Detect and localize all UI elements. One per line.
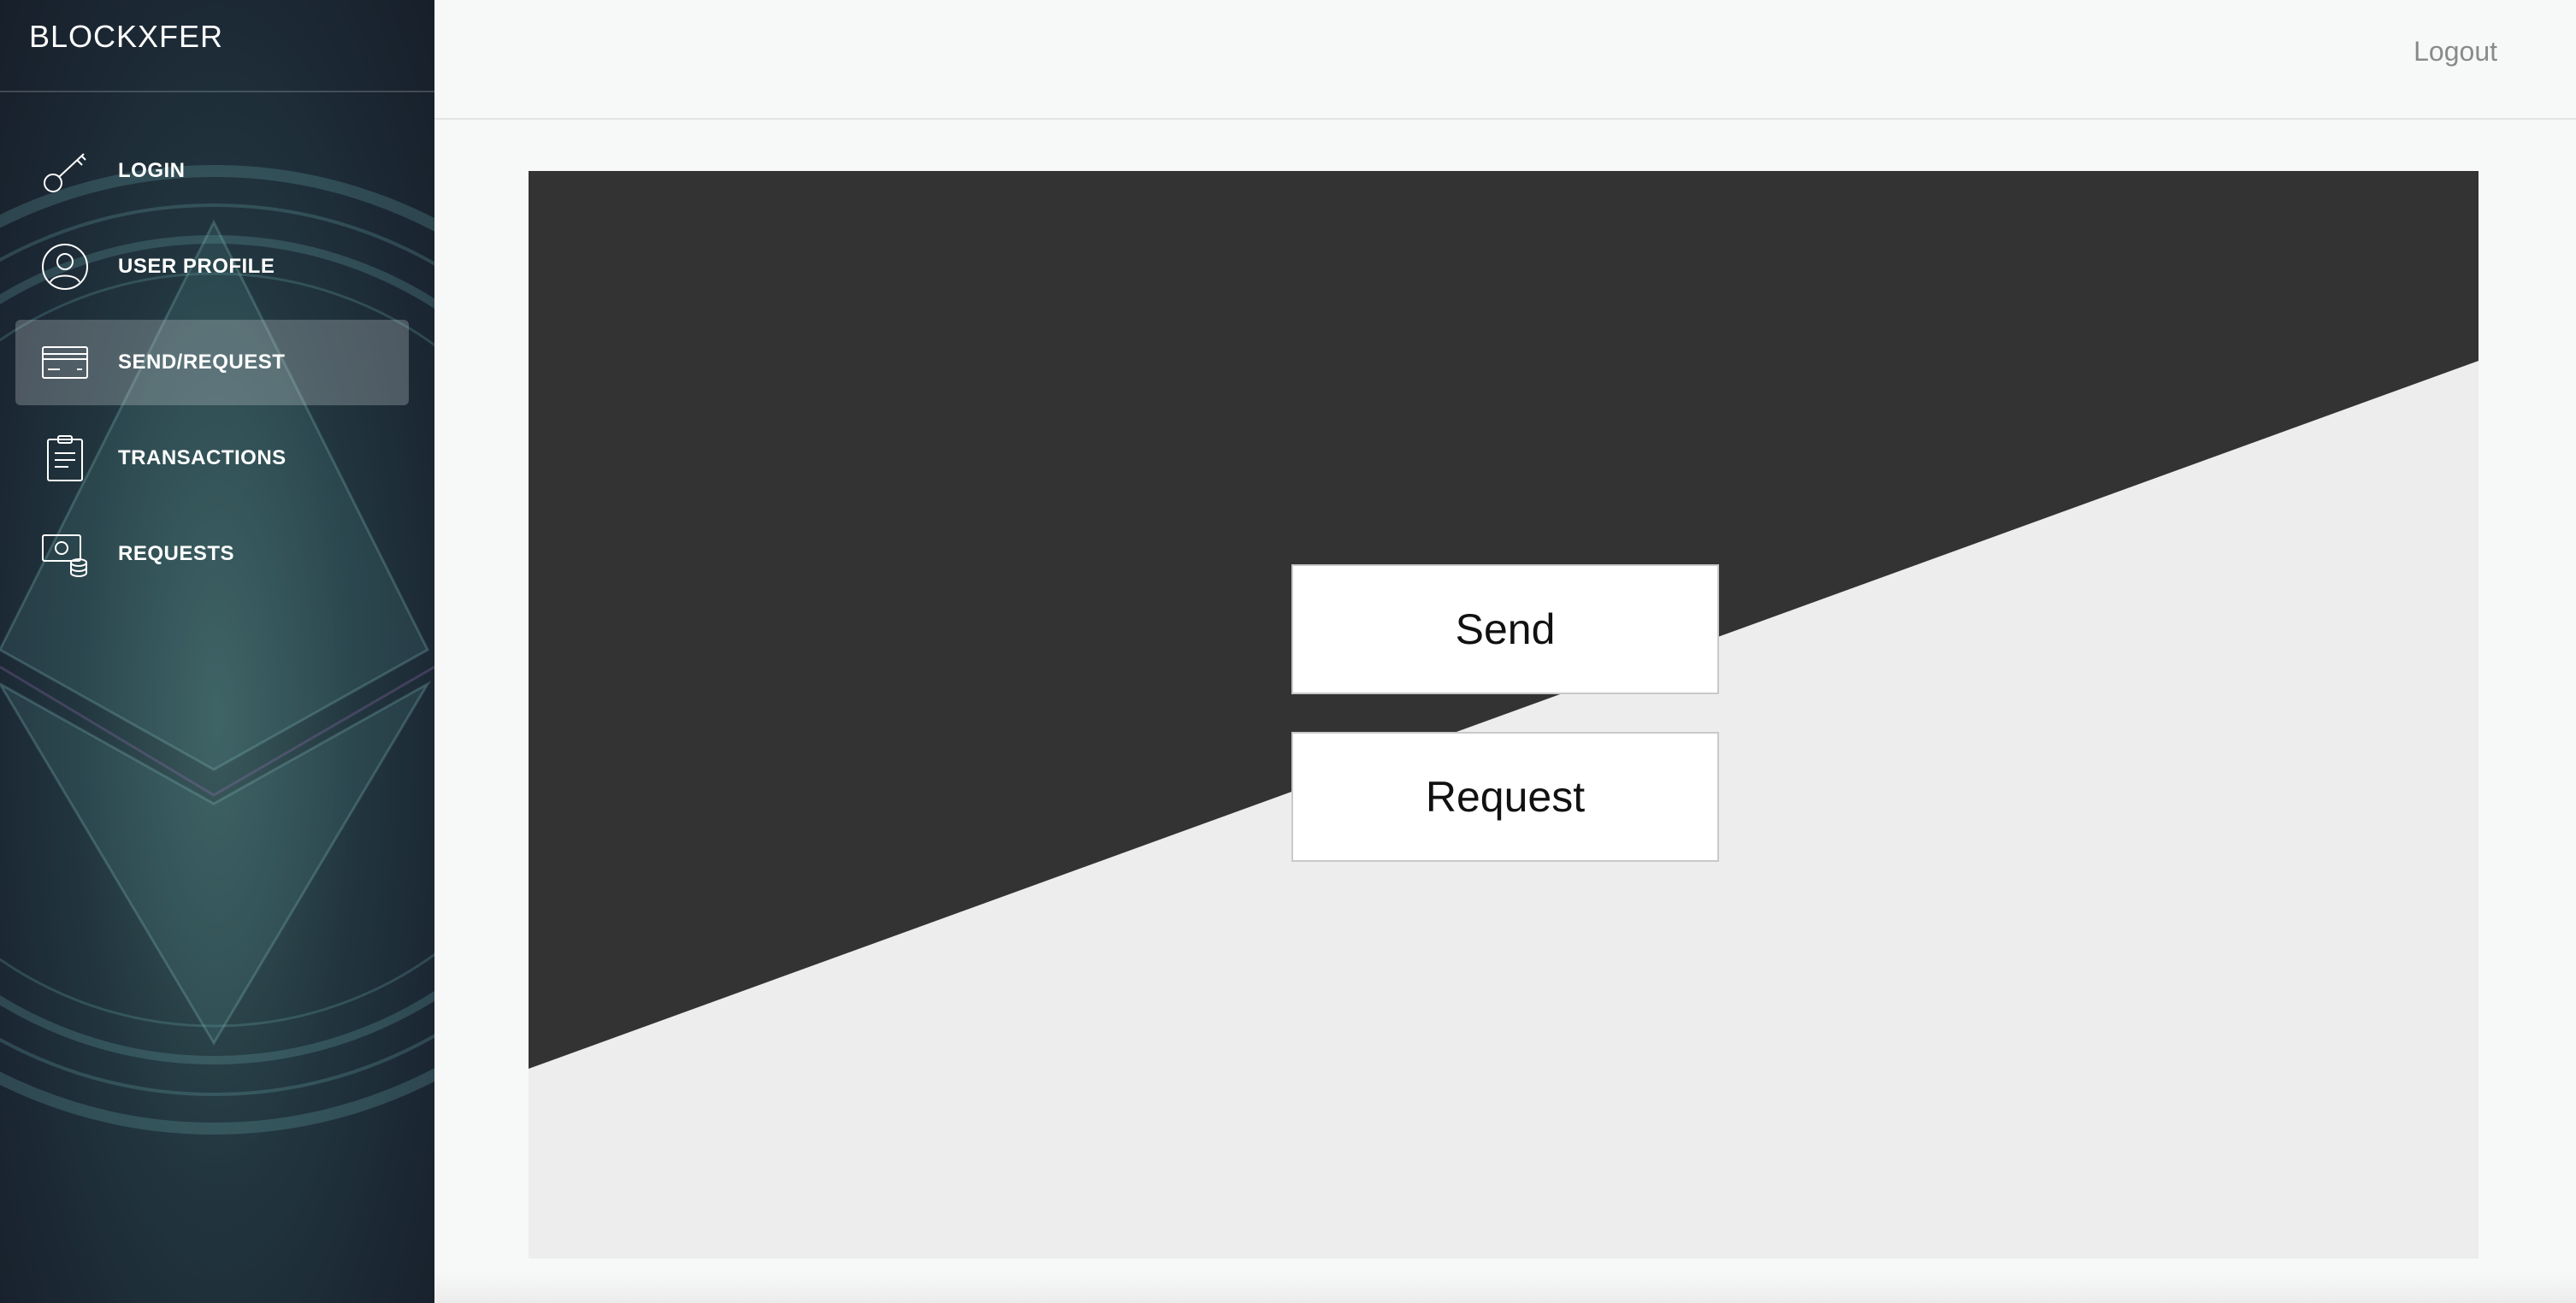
diagonal-background bbox=[529, 171, 2479, 1069]
sidebar-item-label: TRANSACTIONS bbox=[118, 446, 287, 469]
brand-logo-text[interactable]: BLOCKXFER bbox=[29, 19, 223, 55]
top-navbar: Logout bbox=[434, 0, 2576, 120]
page-bottom-edge bbox=[434, 1272, 2576, 1303]
sidebar-nav: LOGIN USER PROFILE SEND/REQUEST TRANSACT… bbox=[15, 128, 409, 607]
sidebar-item-label: LOGIN bbox=[118, 159, 186, 182]
money-coins-icon bbox=[41, 530, 89, 578]
sidebar-item-label: USER PROFILE bbox=[118, 255, 275, 278]
sidebar-item-label: SEND/REQUEST bbox=[118, 351, 286, 374]
credit-card-icon bbox=[41, 339, 89, 386]
sidebar-item-send-request[interactable]: SEND/REQUEST bbox=[15, 320, 409, 405]
sidebar-item-requests[interactable]: REQUESTS bbox=[15, 511, 409, 597]
clipboard-icon bbox=[41, 434, 89, 482]
sidebar-item-login[interactable]: LOGIN bbox=[15, 128, 409, 214]
request-button[interactable]: Request bbox=[1291, 732, 1719, 862]
sidebar-item-user-profile[interactable]: USER PROFILE bbox=[15, 224, 409, 310]
sidebar: BLOCKXFER LOGIN USER PROFILE SEND/REQUES… bbox=[0, 0, 434, 1303]
send-button[interactable]: Send bbox=[1291, 564, 1719, 694]
key-icon bbox=[41, 147, 89, 195]
logout-link[interactable]: Logout bbox=[2414, 36, 2497, 68]
user-circle-icon bbox=[41, 243, 89, 291]
sidebar-item-label: REQUESTS bbox=[118, 542, 235, 565]
sidebar-item-transactions[interactable]: TRANSACTIONS bbox=[15, 416, 409, 501]
divider bbox=[0, 91, 434, 92]
send-request-panel: Send Request bbox=[529, 171, 2479, 1259]
